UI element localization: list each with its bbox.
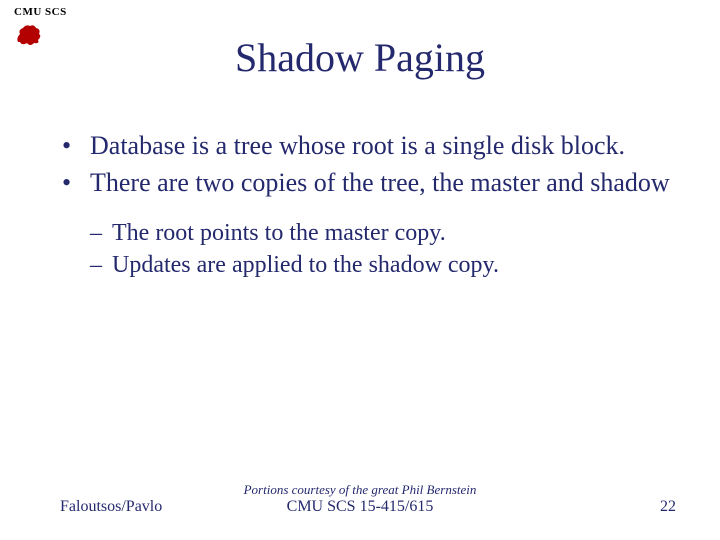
sub-bullet-list: The root points to the master copy. Upda… — [90, 218, 670, 280]
footer-center: Portions courtesy of the great Phil Bern… — [0, 482, 720, 516]
bullet-item: There are two copies of the tree, the ma… — [60, 167, 670, 198]
sub-bullet-item: Updates are applied to the shadow copy. — [90, 250, 670, 280]
sub-bullet-item: The root points to the master copy. — [90, 218, 670, 248]
bullet-item: Database is a tree whose root is a singl… — [60, 130, 670, 161]
bullet-list: Database is a tree whose root is a singl… — [60, 130, 670, 198]
header-label: CMU SCS — [14, 6, 67, 18]
footer-credit: Portions courtesy of the great Phil Bern… — [0, 482, 720, 498]
slide-title: Shadow Paging — [0, 34, 720, 81]
footer-course: CMU SCS 15-415/615 — [0, 498, 720, 516]
page-number: 22 — [660, 498, 676, 516]
slide-content: Database is a tree whose root is a singl… — [60, 130, 670, 282]
